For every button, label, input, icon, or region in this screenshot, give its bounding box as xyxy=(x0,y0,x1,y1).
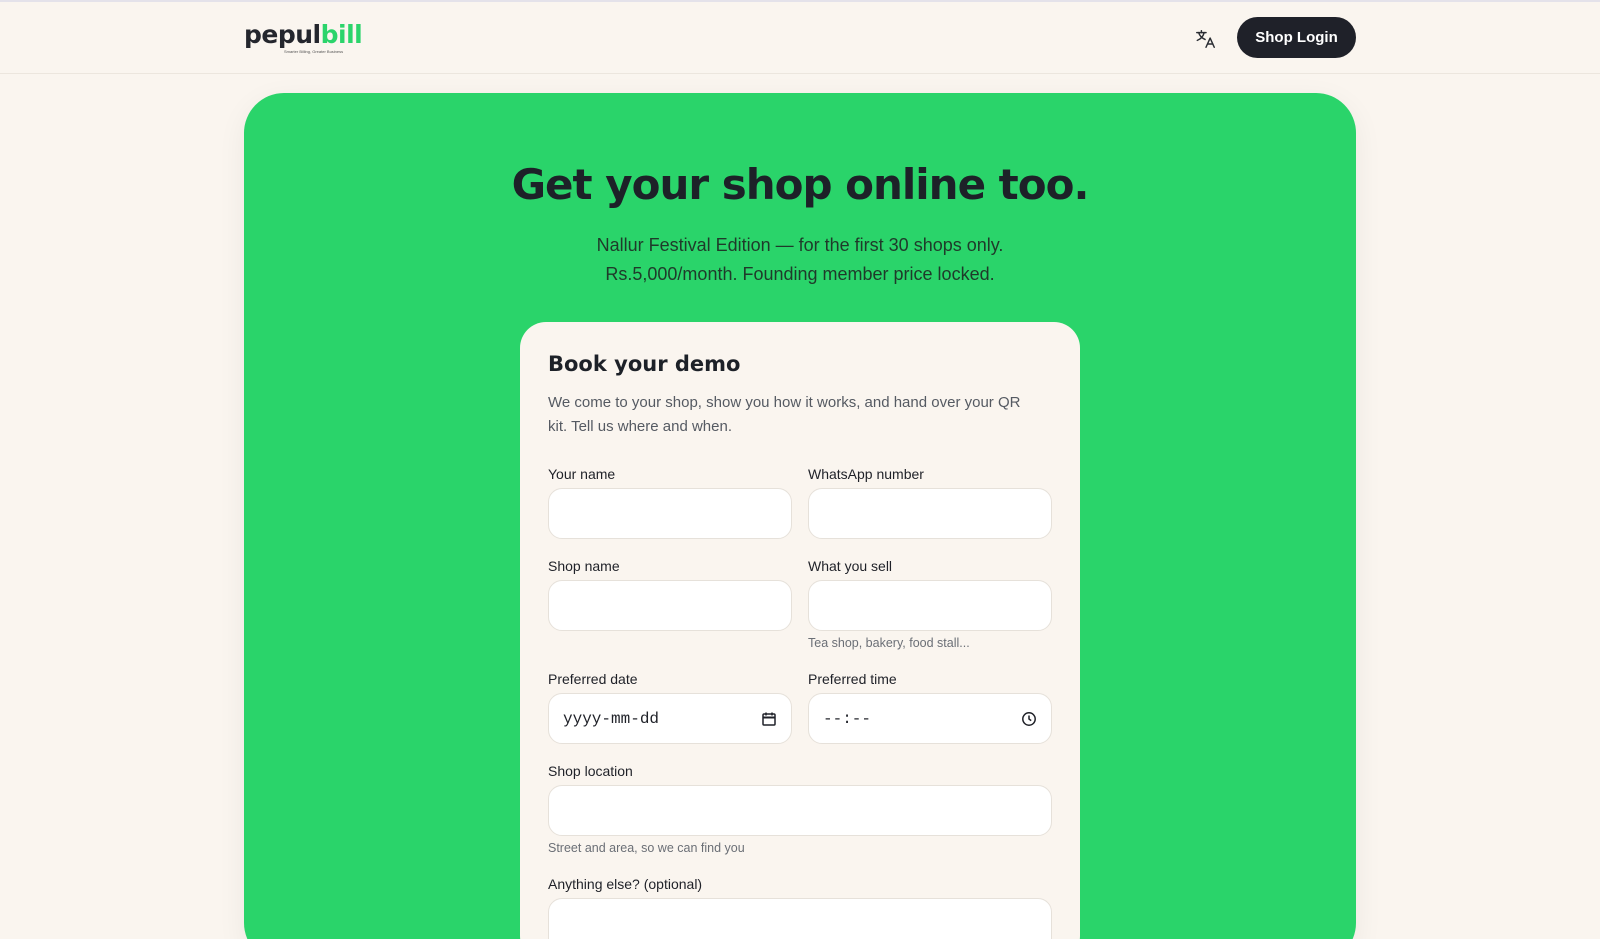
logo-word-bill: bill xyxy=(320,20,363,49)
form-description: We come to your shop, show you how it wo… xyxy=(548,394,1021,435)
shop-name-input[interactable] xyxy=(548,580,792,631)
anything-else-label: Anything else? (optional) xyxy=(548,876,703,892)
what-you-sell-hint: Tea shop, bakery, food stall... xyxy=(808,636,970,650)
your-name-input[interactable] xyxy=(548,488,792,539)
whatsapp-input[interactable] xyxy=(808,488,1052,539)
hero-subtitle-line2: Rs.5,000/month. Founding member price lo… xyxy=(605,264,995,284)
what-you-sell-label: What you sell xyxy=(808,558,893,574)
anything-else-textarea[interactable] xyxy=(548,898,1052,939)
shop-location-hint: Street and area, so we can find you xyxy=(548,841,745,855)
demo-booking-card: Book your demo We come to your shop, sho… xyxy=(520,322,1080,939)
shop-location-label: Shop location xyxy=(548,763,633,779)
clock-icon[interactable] xyxy=(1021,711,1037,727)
translate-button[interactable] xyxy=(1193,26,1219,52)
preferred-date-label: Preferred date xyxy=(548,671,638,687)
shop-login-button[interactable]: Shop Login xyxy=(1237,17,1356,58)
time-placeholder: --:-- xyxy=(823,709,872,728)
translate-icon xyxy=(1196,30,1215,48)
logo-word-pepul: pepul xyxy=(244,20,321,49)
hero-subtitle-line1: Nallur Festival Edition — for the first … xyxy=(596,235,1004,255)
preferred-time-input[interactable]: --:-- xyxy=(808,693,1052,744)
logo-tagline: Smarter Billing, Greater Business xyxy=(284,49,344,54)
calendar-icon[interactable] xyxy=(761,711,777,727)
hero-title: Get your shop online too. xyxy=(511,160,1090,209)
form-title: Book your demo xyxy=(548,352,741,376)
what-you-sell-input[interactable] xyxy=(808,580,1052,631)
preferred-time-label: Preferred time xyxy=(808,671,897,687)
your-name-label: Your name xyxy=(548,466,616,482)
site-header: pepulbill Smarter Billing, Greater Busin… xyxy=(0,2,1600,74)
shop-location-input[interactable] xyxy=(548,785,1052,836)
date-placeholder: yyyy-mm-dd xyxy=(563,709,660,728)
preferred-date-input[interactable]: yyyy-mm-dd xyxy=(548,693,792,744)
logo-wordmark: pepulbill xyxy=(244,20,363,50)
pepulbill-logo[interactable]: pepulbill Smarter Billing, Greater Busin… xyxy=(244,20,363,54)
whatsapp-label: WhatsApp number xyxy=(808,466,924,482)
shop-name-label: Shop name xyxy=(548,558,620,574)
